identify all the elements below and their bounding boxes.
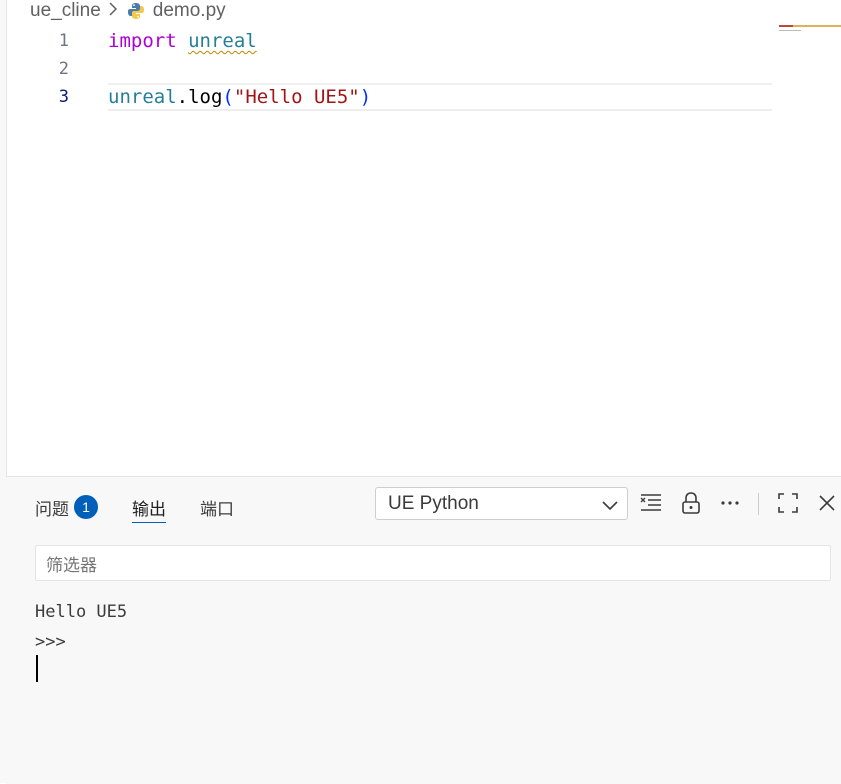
toolbar-divider [758,493,759,515]
tab-label: 问题 [35,499,69,519]
object-token: unreal [108,86,177,108]
python-file-icon [127,2,145,20]
line-number: 1 [58,31,69,51]
method-token: log [188,86,223,108]
tab-label: 输出 [132,499,166,519]
breadcrumb-folder[interactable]: ue_cline [30,0,101,22]
panel-tabs: 问题 1 输出 端口 [35,491,268,523]
paren-open-token: ( [222,86,234,108]
paren-close-token: ) [359,86,372,108]
clear-output-icon[interactable] [639,491,663,515]
code-line-active[interactable]: 3 unreal.log("Hello UE5") [6,83,772,111]
bottom-panel: 问题 1 输出 端口 UE Python 筛选器 Hello UE5 >>> [6,476,841,784]
chevron-right-icon [107,1,119,22]
code-text: import unreal [108,30,257,52]
problems-count-badge: 1 [74,495,98,519]
select-value: UE Python [388,492,479,514]
filter-placeholder: 筛选器 [46,555,97,575]
output-line: Hello UE5 [35,602,128,622]
string-token: "Hello UE5" [233,86,360,108]
tab-ports[interactable]: 端口 [200,491,234,523]
dot-token: . [176,86,189,108]
more-actions-icon[interactable] [718,491,742,515]
tab-label: 端口 [200,499,234,519]
tab-problems[interactable]: 问题 1 [35,491,98,523]
breadcrumb: ue_cline demo.py [30,0,226,22]
tab-output[interactable]: 输出 [132,491,166,523]
chevron-down-icon [601,496,619,518]
code-line[interactable]: 1 import unreal [6,27,772,55]
output-content[interactable]: Hello UE5 >>> [35,597,127,657]
line-number: 2 [58,59,69,79]
text-cursor [36,655,38,682]
code-editor[interactable]: 1 import unreal 2 3 unreal.log("Hello UE… [6,26,841,476]
output-line: >>> [35,632,66,652]
output-channel-select[interactable]: UE Python [375,487,628,520]
line-number: 3 [58,87,69,107]
maximize-icon[interactable] [776,491,800,515]
module-token: unreal [188,30,257,52]
keyword-token: import [108,30,177,52]
filter-input[interactable]: 筛选器 [35,545,831,581]
lock-icon[interactable] [679,491,703,515]
code-text: unreal.log("Hello UE5") [108,86,371,108]
breadcrumb-file[interactable]: demo.py [153,0,226,22]
code-line[interactable]: 2 [6,55,772,83]
close-icon[interactable] [815,491,839,515]
